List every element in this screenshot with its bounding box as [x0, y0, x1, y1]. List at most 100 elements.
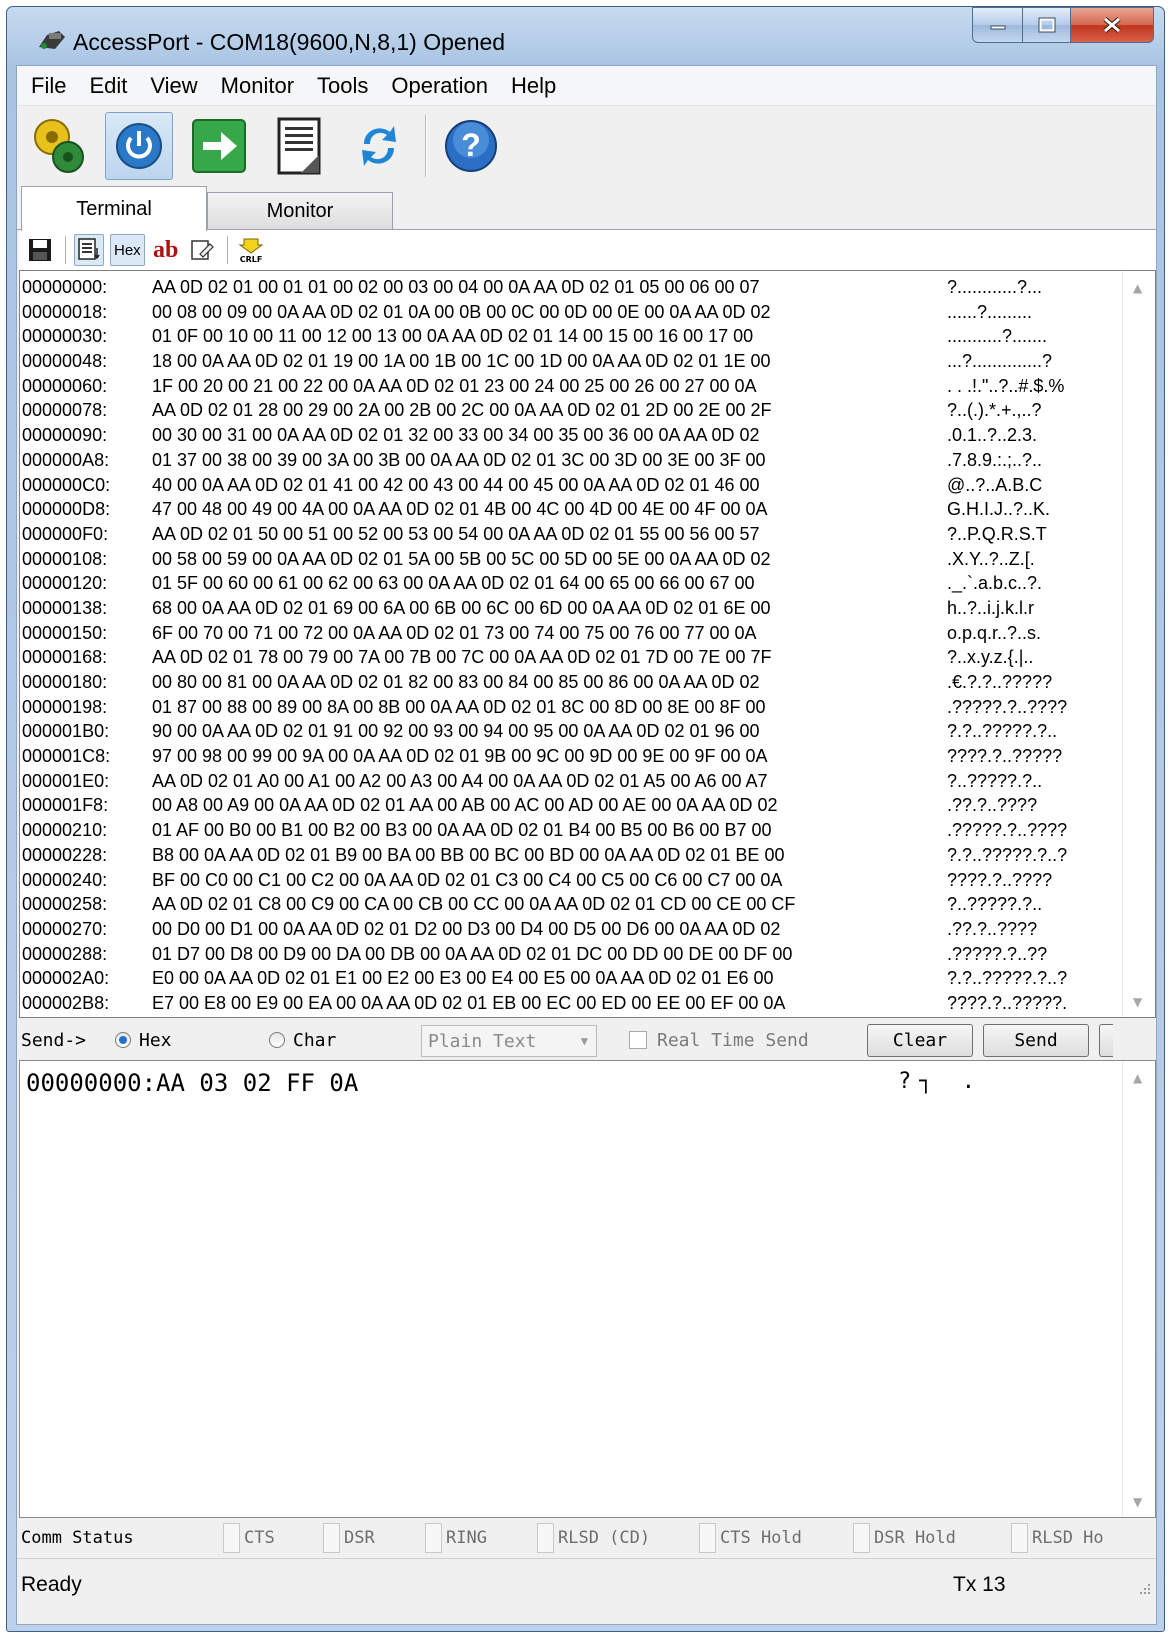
- hex-radio-button[interactable]: [115, 1032, 131, 1048]
- extra-button[interactable]: [1099, 1024, 1113, 1057]
- text-mode-label: ab: [153, 236, 179, 263]
- realtime-send-option[interactable]: Real Time Send: [629, 1020, 809, 1060]
- scroll-down-arrow-icon[interactable]: ▼: [1133, 1495, 1142, 1509]
- close-button[interactable]: [1070, 7, 1154, 43]
- clear-button[interactable]: Clear: [867, 1024, 973, 1057]
- tab-terminal[interactable]: Terminal: [21, 186, 207, 231]
- hex-line: 00000120: 01 5F 00 60 00 61 00 62 00 63 0…: [22, 571, 1107, 596]
- hex-line-bytes: 01 D7 00 D8 00 D9 00 DA 00 DB 00 0A AA 0…: [152, 943, 793, 964]
- svg-text:?: ?: [461, 127, 481, 163]
- resize-grip-icon[interactable]: [1138, 1582, 1152, 1596]
- hex-radio-label: Hex: [139, 1029, 172, 1051]
- text-mode-toggle[interactable]: ab: [151, 234, 181, 266]
- hex-line-ascii: ?..?????.?..: [947, 770, 1043, 791]
- menu-edit[interactable]: Edit: [79, 69, 137, 103]
- hex-line-bytes: 90 00 0A AA 0D 02 01 91 00 92 00 93 00 9…: [152, 721, 760, 742]
- refresh-arrows-icon: [362, 126, 396, 166]
- send-scrollbar[interactable]: ▲ ▼: [1122, 1061, 1155, 1517]
- menu-view[interactable]: View: [140, 69, 207, 103]
- hex-line-ascii: ...?..............?: [947, 351, 1053, 372]
- dsr-hold-label: DSR Hold: [874, 1528, 956, 1548]
- auto-scroll-toggle[interactable]: [74, 234, 104, 266]
- caption-buttons: [972, 7, 1154, 43]
- hex-line-bytes: 6F 00 70 00 71 00 72 00 0A AA 0D 02 01 7…: [152, 622, 757, 643]
- log-file-button[interactable]: [265, 112, 333, 180]
- menu-operation[interactable]: Operation: [381, 69, 498, 103]
- hex-receive-view[interactable]: 00000000: AA 0D 02 01 00 01 01 00 02 00 0…: [19, 270, 1156, 1018]
- hex-line-ascii: ?.?..?????.?..: [947, 721, 1058, 742]
- hex-line: 00000168: AA 0D 02 01 78 00 79 00 7A 00 7…: [22, 645, 1107, 670]
- hex-line-bytes: 00 80 00 81 00 0A AA 0D 02 01 82 00 83 0…: [152, 672, 760, 692]
- main-toolbar: ?: [17, 106, 1156, 186]
- rlsd-hold-label: RLSD Ho: [1032, 1528, 1104, 1548]
- crlf-button[interactable]: CRLF: [236, 234, 266, 266]
- hex-line-ascii: ?.?..?????.?..?: [947, 968, 1068, 989]
- hex-line-addr: 00000060:: [22, 375, 108, 396]
- format-dropdown[interactable]: Plain Text ▼: [421, 1025, 597, 1057]
- hex-line-addr: 000001C8:: [22, 746, 111, 767]
- save-button[interactable]: [25, 234, 55, 266]
- char-radio-button[interactable]: [269, 1032, 285, 1048]
- menu-tools[interactable]: Tools: [307, 69, 378, 103]
- settings-button[interactable]: [25, 112, 93, 180]
- title-bar[interactable]: AccessPort - COM18(9600,N,8,1) Opened: [7, 7, 1164, 65]
- hex-line-bytes: AA 0D 02 01 78 00 79 00 7A 00 7B 00 7C 0…: [152, 647, 772, 668]
- hex-line-bytes: 00 D0 00 D1 00 0A AA 0D 02 01 D2 00 D3 0…: [152, 918, 781, 939]
- refresh-button[interactable]: [345, 112, 413, 180]
- hex-line: 000002A0: E0 00 0A AA 0D 02 01 E1 00 E2 0…: [22, 966, 1107, 991]
- send-button[interactable]: Send: [983, 1024, 1089, 1057]
- minimize-button[interactable]: [972, 7, 1022, 43]
- hex-mode-label: Hex: [114, 241, 141, 259]
- hex-line-addr: 000000F0:: [22, 523, 109, 544]
- clear-view-button[interactable]: [187, 234, 217, 266]
- format-dropdown-value: Plain Text: [428, 1030, 537, 1052]
- hex-line-addr: 00000258:: [22, 894, 108, 915]
- hex-line-addr: 00000030:: [22, 326, 108, 347]
- hex-line: 000000D8: 47 00 48 00 49 00 4A 00 0A AA 0…: [22, 497, 1107, 522]
- help-button[interactable]: ?: [437, 112, 505, 180]
- send-toolbar: Send-> Hex Char Plain Text ▼ Real Time S…: [19, 1020, 1156, 1060]
- hex-line-addr: 00000000:: [22, 277, 108, 297]
- hex-line-ascii: ?..(.).*.+.,..?: [947, 400, 1042, 421]
- tab-monitor[interactable]: Monitor: [207, 192, 393, 230]
- scroll-up-arrow-icon[interactable]: ▲: [1133, 1071, 1142, 1085]
- hex-line-addr: 00000210:: [22, 820, 108, 841]
- send-buffer-editor[interactable]: 00000000:AA 03 02 FF 0A ?┐ . ▲ ▼: [19, 1060, 1156, 1518]
- hex-line-addr: 00000048:: [22, 351, 108, 372]
- open-close-port-button[interactable]: [105, 112, 173, 180]
- hex-mode-toggle[interactable]: Hex: [110, 234, 145, 266]
- menu-help[interactable]: Help: [501, 69, 566, 103]
- maximize-button[interactable]: [1022, 7, 1070, 43]
- hex-line: 00000060: 1F 00 20 00 21 00 22 00 0A AA 0…: [22, 374, 1107, 399]
- dsr-label: DSR: [344, 1528, 375, 1548]
- hex-line-bytes: 01 0F 00 10 00 11 00 12 00 13 00 0A AA 0…: [152, 326, 754, 347]
- menu-monitor[interactable]: Monitor: [211, 69, 304, 103]
- hex-line: 00000078: AA 0D 02 01 28 00 29 00 2A 00 2…: [22, 398, 1107, 423]
- send-buffer-hex[interactable]: 00000000:AA 03 02 FF 0A: [26, 1069, 358, 1097]
- hex-line-bytes: AA 0D 02 01 00 01 01 00 02 00 03 00 04 0…: [152, 277, 760, 297]
- hex-line-addr: 00000240:: [22, 869, 108, 890]
- scroll-down-arrow-icon[interactable]: ▼: [1133, 995, 1142, 1009]
- hex-line-ascii: ?............?...: [947, 277, 1043, 297]
- send-buffer-ascii: ?┐ .: [898, 1069, 983, 1094]
- hex-line-bytes: 1F 00 20 00 21 00 22 00 0A AA 0D 02 01 2…: [152, 375, 757, 396]
- ring-label: RING: [446, 1528, 487, 1548]
- hex-line-addr: 00000168:: [22, 647, 108, 668]
- hex-line-ascii: .??.?..????: [947, 795, 1038, 816]
- realtime-send-label: Real Time Send: [657, 1029, 809, 1051]
- receive-scrollbar[interactable]: ▲ ▼: [1122, 271, 1155, 1017]
- hex-line: 00000270: 00 D0 00 D1 00 0A AA 0D 02 01 D…: [22, 917, 1107, 942]
- hex-line-ascii: . . .!."..?..#.$.%: [947, 375, 1065, 396]
- hex-line-addr: 000002B8:: [22, 992, 110, 1013]
- menu-file[interactable]: File: [21, 69, 76, 103]
- char-radio[interactable]: Char: [269, 1020, 336, 1060]
- hex-line: 00000030: 01 0F 00 10 00 11 00 12 00 13 0…: [22, 324, 1107, 349]
- cts-label: CTS: [244, 1528, 275, 1548]
- hex-radio[interactable]: Hex: [115, 1020, 172, 1060]
- realtime-send-checkbox[interactable]: [629, 1031, 647, 1049]
- terminal-toolbar: Hex ab CRLF: [19, 230, 1156, 270]
- scroll-up-arrow-icon[interactable]: ▲: [1133, 281, 1142, 295]
- green-arrow-icon: [192, 119, 246, 173]
- hex-line: 00000198: 01 87 00 88 00 89 00 8A 00 8B 0…: [22, 695, 1107, 720]
- send-file-button[interactable]: [185, 112, 253, 180]
